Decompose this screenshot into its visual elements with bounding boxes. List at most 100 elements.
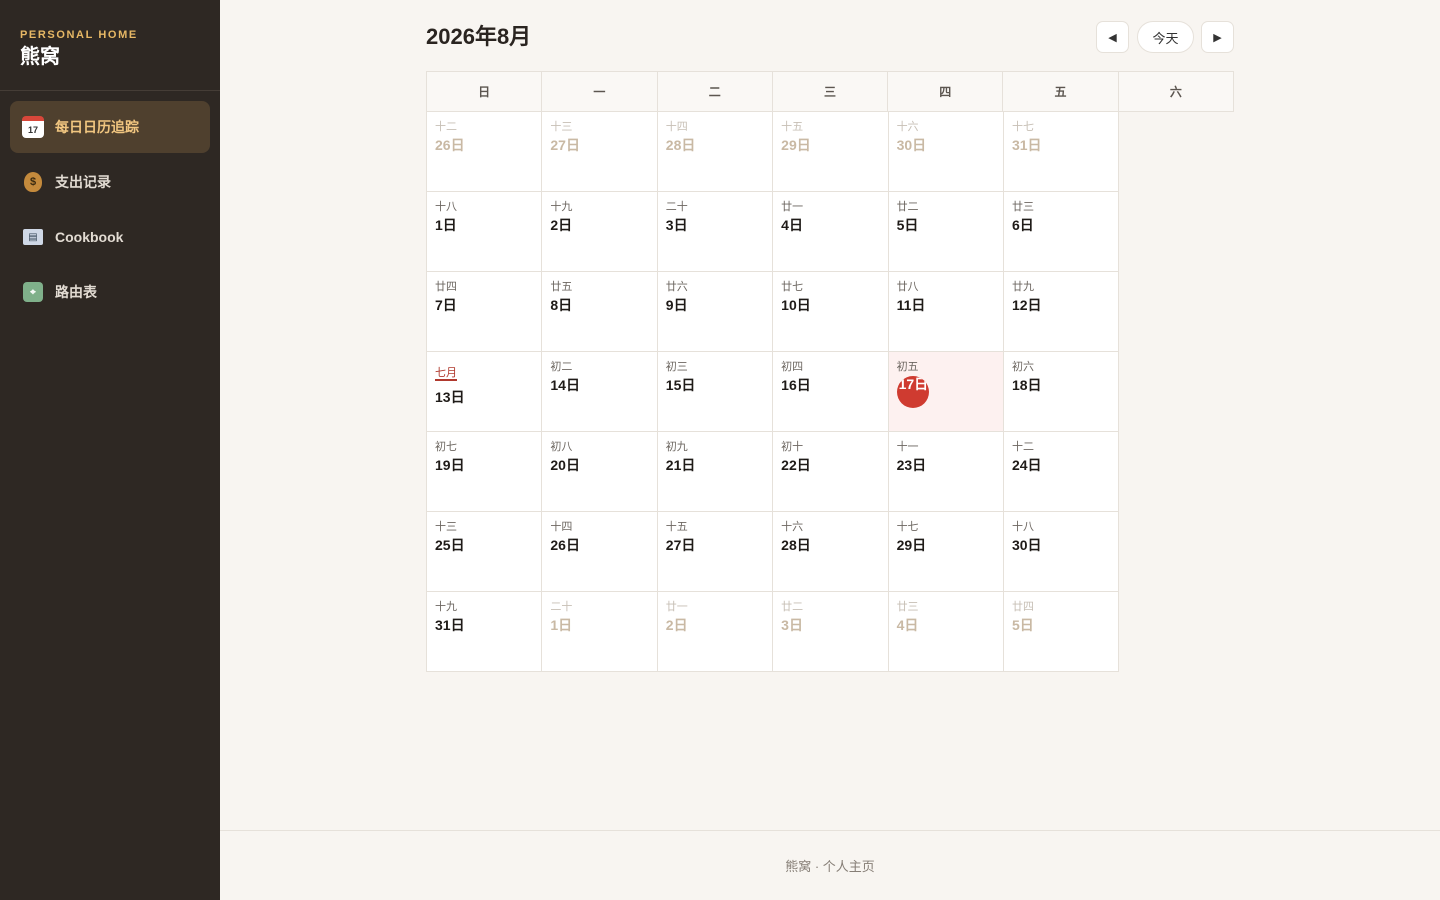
day-number: 1日 (435, 217, 457, 233)
day-number: 26日 (550, 537, 580, 553)
sidebar-item-expenses[interactable]: $ 支出记录 (10, 156, 210, 208)
day-number: 26日 (435, 137, 465, 153)
day-cell[interactable]: 十五 27日 (657, 512, 774, 592)
brand-title: 熊窝 (20, 46, 60, 68)
day-cell[interactable]: 十八 1日 (427, 192, 543, 272)
day-cell[interactable]: 初十 22日 (773, 432, 889, 512)
day-cell[interactable]: 初三 15日 (657, 352, 774, 432)
day-number: 14日 (550, 377, 580, 393)
sidebar-item-routes[interactable]: ⌖ 路由表 (10, 266, 210, 318)
lunar-date: 初二 (550, 361, 573, 373)
day-cell[interactable]: 十四 26日 (542, 512, 658, 592)
day-cell[interactable]: 七月 13日 (427, 352, 543, 432)
day-cell[interactable]: 十三 25日 (427, 512, 543, 592)
lunar-date: 廿四 (1011, 601, 1034, 613)
sidebar-nav: 17 每日日历追踪 $ 支出记录 ▤ Cookbook ⌖ 路由表 (0, 91, 220, 318)
lunar-date: 十六 (896, 121, 919, 133)
day-cell[interactable]: 廿九 12日 (1003, 272, 1120, 352)
day-cell[interactable]: 十七 31日 (1003, 112, 1120, 192)
lunar-date: 二十 (665, 201, 688, 213)
brand-subtitle: PERSONAL HOME (20, 29, 138, 41)
calendar-grid: 日一二三四五六 十二 26日 十三 27日 十四 28日 十五 29日 十六 30日 十七 31日 十八… (426, 71, 1234, 672)
lunar-date: 初五 (896, 361, 919, 373)
day-number: 7日 (435, 297, 457, 313)
day-cell[interactable]: 十五 29日 (773, 112, 889, 192)
lunar-date: 初四 (781, 361, 804, 373)
day-number: 31日 (1011, 137, 1042, 153)
lunar-date: 初六 (1011, 361, 1034, 373)
lunar-date: 十五 (665, 521, 688, 533)
day-number: 6日 (1011, 217, 1034, 233)
day-cell[interactable]: 廿一 4日 (773, 192, 889, 272)
day-number: 22日 (781, 457, 811, 473)
day-cell[interactable]: 十八 30日 (1003, 512, 1120, 592)
day-cell[interactable]: 十三 27日 (542, 112, 658, 192)
lunar-date: 十七 (1011, 121, 1034, 133)
day-cell[interactable]: 廿三 6日 (1003, 192, 1120, 272)
day-cell-today[interactable]: 初五 17日 (888, 352, 1004, 432)
day-cell[interactable]: 初二 14日 (542, 352, 658, 432)
day-cell[interactable]: 十六 28日 (773, 512, 889, 592)
day-cell[interactable]: 廿一 2日 (657, 592, 774, 672)
day-cell[interactable]: 十二 26日 (427, 112, 543, 192)
weekday-header: 二 (657, 72, 773, 112)
lunar-date: 十八 (435, 201, 457, 213)
day-cell[interactable]: 十九 31日 (427, 592, 543, 672)
day-cell[interactable]: 廿二 5日 (888, 192, 1004, 272)
money-bag-icon: $ (24, 172, 42, 192)
day-cell[interactable]: 初八 20日 (542, 432, 658, 512)
day-number: 15日 (665, 377, 696, 393)
day-cell[interactable]: 十二 24日 (1003, 432, 1120, 512)
day-cell[interactable]: 廿三 4日 (888, 592, 1004, 672)
next-month-button[interactable]: ▶ (1201, 21, 1234, 53)
day-cell[interactable]: 二十 1日 (542, 592, 658, 672)
lunar-date: 初三 (665, 361, 688, 373)
day-cell[interactable]: 初六 18日 (1003, 352, 1120, 432)
lunar-date: 初七 (435, 441, 457, 453)
sidebar-item-label: 路由表 (55, 284, 97, 300)
sidebar-item-label: 支出记录 (55, 174, 111, 190)
day-number: 18日 (1011, 377, 1042, 393)
day-cell[interactable]: 十一 23日 (888, 432, 1004, 512)
day-cell[interactable]: 廿五 8日 (542, 272, 658, 352)
lunar-date: 初十 (781, 441, 804, 453)
map-icon: ⌖ (23, 282, 43, 302)
day-cell[interactable]: 廿六 9日 (657, 272, 774, 352)
day-cell[interactable]: 廿四 5日 (1003, 592, 1120, 672)
day-number: 3日 (781, 617, 803, 633)
prev-month-button[interactable]: ◀ (1096, 21, 1129, 53)
weekday-header: 六 (1118, 72, 1234, 112)
day-number: 2日 (550, 217, 573, 233)
lunar-date: 十九 (550, 201, 573, 213)
lunar-date: 十七 (896, 521, 919, 533)
day-number: 24日 (1011, 457, 1042, 473)
day-cell[interactable]: 廿二 3日 (773, 592, 889, 672)
day-cell[interactable]: 十六 30日 (888, 112, 1004, 192)
lunar-date: 廿七 (781, 281, 804, 293)
sidebar-item-calendar[interactable]: 17 每日日历追踪 (10, 101, 210, 153)
day-cell[interactable]: 二十 3日 (657, 192, 774, 272)
day-cell[interactable]: 廿七 10日 (773, 272, 889, 352)
day-cell[interactable]: 初九 21日 (657, 432, 774, 512)
day-cell[interactable]: 十七 29日 (888, 512, 1004, 592)
lunar-date: 廿一 (781, 201, 804, 213)
day-number: 4日 (781, 217, 803, 233)
day-cell[interactable]: 初七 19日 (427, 432, 543, 512)
lunar-date: 十五 (781, 121, 804, 133)
lunar-date: 廿五 (550, 281, 573, 293)
lunar-date: 廿四 (435, 281, 457, 293)
sidebar-item-label: Cookbook (55, 229, 124, 245)
footer-text: 熊窝 · 个人主页 (785, 859, 875, 874)
weekday-header: 三 (772, 72, 889, 112)
day-cell[interactable]: 初四 16日 (773, 352, 889, 432)
day-number: 29日 (781, 137, 811, 153)
day-cell[interactable]: 十九 2日 (542, 192, 658, 272)
day-number: 28日 (665, 137, 696, 153)
day-cell[interactable]: 十四 28日 (657, 112, 774, 192)
day-cell[interactable]: 廿八 11日 (888, 272, 1004, 352)
calendar-days: 十二 26日 十三 27日 十四 28日 十五 29日 十六 30日 十七 31日 十八 1日 十九 2日 二十… (427, 112, 1234, 672)
sidebar-item-cookbook[interactable]: ▤ Cookbook (10, 211, 210, 263)
today-button[interactable]: 今天 (1137, 21, 1194, 53)
day-cell[interactable]: 廿四 7日 (427, 272, 543, 352)
book-icon: ▤ (23, 229, 43, 245)
